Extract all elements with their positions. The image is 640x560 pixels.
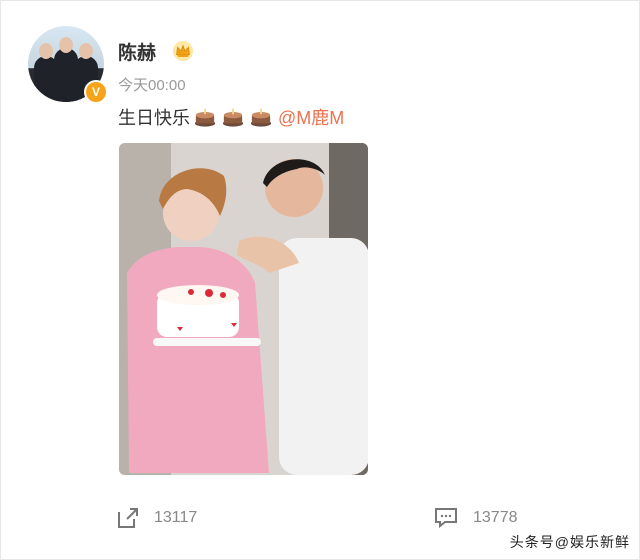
verified-badge-icon: V — [84, 80, 108, 104]
user-name[interactable]: 陈赫 — [118, 38, 156, 65]
share-button[interactable]: 13117 — [116, 506, 197, 530]
comment-button[interactable]: 13778 — [433, 506, 518, 530]
mention-link[interactable]: @M鹿M — [278, 104, 344, 130]
post-time: 今天00:00 — [118, 77, 186, 94]
comment-count: 13778 — [473, 509, 518, 526]
cake-icon — [222, 108, 244, 127]
crown-icon — [172, 40, 194, 62]
post-body: 生日快乐 — [118, 108, 190, 128]
avatar-face-3 — [79, 43, 93, 59]
cake-icon — [194, 108, 216, 127]
post-photo[interactable] — [119, 143, 368, 475]
share-icon — [118, 508, 138, 528]
avatar-face-1 — [39, 43, 53, 59]
cake-icon — [250, 108, 272, 127]
comment-icon — [435, 508, 457, 529]
avatar-face-2 — [59, 37, 73, 53]
photo-illustration — [119, 143, 368, 475]
post-text: 生日快乐 @M鹿M — [118, 104, 344, 130]
share-count: 13117 — [154, 509, 198, 526]
watermark: 头条号@娱乐新鲜 — [509, 534, 630, 550]
